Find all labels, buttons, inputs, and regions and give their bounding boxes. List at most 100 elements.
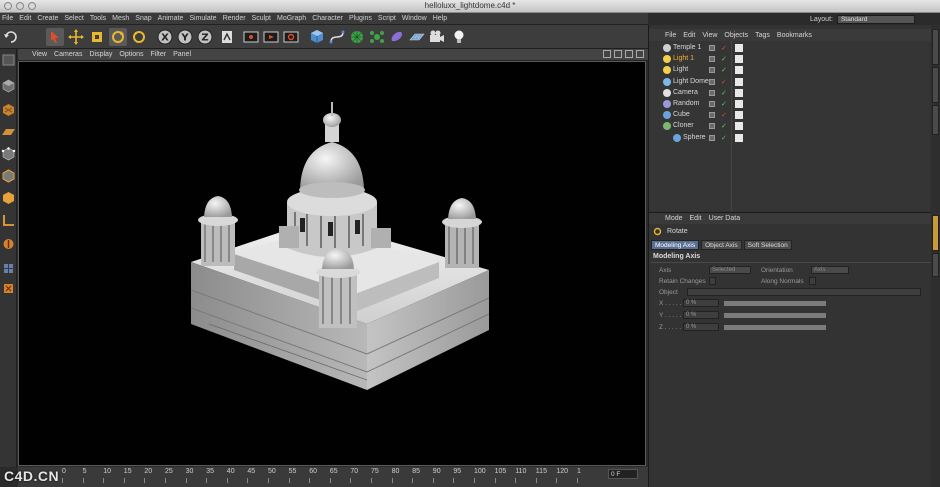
light-bulb-icon[interactable] (450, 28, 468, 46)
menu-create[interactable]: Create (37, 15, 58, 22)
om-menu-edit[interactable]: Edit (683, 32, 695, 39)
menu-mograph[interactable]: MoGraph (277, 15, 306, 22)
z-axis-icon[interactable]: Z (196, 28, 214, 46)
side-tab-layers[interactable] (932, 253, 939, 277)
menu-edit[interactable]: Edit (19, 15, 31, 22)
floor-scene-icon[interactable] (408, 28, 426, 46)
deformer-icon[interactable] (388, 28, 406, 46)
visibility-dot[interactable] (709, 134, 715, 141)
render-view-icon[interactable] (242, 28, 260, 46)
menu-simulate[interactable]: Simulate (189, 15, 216, 22)
render-to-picture-viewer-icon[interactable] (262, 28, 280, 46)
retain-changes-checkbox[interactable] (709, 277, 716, 285)
points-mode-icon[interactable] (1, 147, 16, 161)
om-menu-file[interactable]: File (665, 32, 676, 39)
object-link-field[interactable] (687, 288, 921, 296)
current-frame-field[interactable]: 0 F (608, 469, 638, 479)
object-row[interactable]: Light 1 ✓ (649, 54, 929, 65)
live-selection-icon[interactable] (46, 28, 64, 46)
visibility-dot[interactable] (709, 101, 715, 107)
object-row[interactable]: Cube ✓ (649, 110, 929, 121)
tab-soft-selection[interactable]: Soft Selection (743, 240, 792, 250)
om-menu-objects[interactable]: Objects (724, 32, 748, 39)
object-tag-icon[interactable] (735, 100, 743, 108)
menu-tools[interactable]: Tools (90, 15, 106, 22)
object-name[interactable]: Light 1 (673, 55, 694, 62)
viewport-menu-view[interactable]: View (32, 51, 47, 58)
subdivision-surface-icon[interactable] (348, 28, 366, 46)
om-menu-bookmarks[interactable]: Bookmarks (777, 32, 812, 39)
coordinate-system-icon[interactable] (218, 28, 236, 46)
visibility-dot[interactable] (709, 67, 715, 74)
viewport-menu-cameras[interactable]: Cameras (54, 51, 82, 58)
tab-modeling-axis[interactable]: Modeling Axis (651, 240, 700, 250)
enabled-check-icon[interactable]: ✓ (721, 122, 727, 130)
recent-tools-icon[interactable] (130, 28, 148, 46)
object-tag-icon[interactable] (735, 66, 743, 75)
enabled-check-icon[interactable]: ✓ (721, 134, 727, 142)
object-name[interactable]: Cube (673, 111, 690, 118)
visibility-dot[interactable] (709, 45, 715, 51)
y-value-field[interactable]: 0 % (683, 311, 719, 319)
workplane-icon[interactable] (1, 125, 16, 139)
object-name[interactable]: Random (673, 100, 699, 107)
make-editable-icon[interactable] (1, 53, 16, 67)
menu-character[interactable]: Character (312, 15, 343, 22)
edges-mode-icon[interactable] (1, 169, 16, 183)
visibility-dot[interactable] (709, 89, 715, 96)
camera-icon[interactable] (428, 28, 446, 46)
texture-mode-icon[interactable] (1, 103, 16, 117)
tab-object-axis[interactable]: Object Axis (701, 240, 742, 250)
spline-pen-icon[interactable] (328, 28, 346, 46)
side-tab-structure[interactable] (932, 105, 939, 135)
3d-viewport[interactable] (18, 61, 646, 466)
am-menu-edit[interactable]: Edit (690, 215, 702, 222)
along-normals-checkbox[interactable] (809, 277, 816, 285)
menu-help[interactable]: Help (433, 15, 447, 22)
visibility-dot[interactable] (709, 78, 715, 85)
viewport-menu-display[interactable]: Display (89, 51, 112, 58)
om-menu-tags[interactable]: Tags (755, 32, 770, 39)
side-tab-attributes[interactable] (932, 215, 939, 251)
rotate-icon[interactable] (109, 28, 127, 46)
object-tag-icon[interactable] (735, 77, 743, 86)
object-tag-icon[interactable] (735, 44, 743, 52)
side-tab-objects[interactable] (932, 29, 939, 65)
x-value-field[interactable]: 0 % (683, 299, 719, 307)
om-menu-view[interactable]: View (702, 32, 717, 39)
menu-plugins[interactable]: Plugins (349, 15, 372, 22)
snap-icon[interactable] (1, 261, 16, 275)
menu-window[interactable]: Window (402, 15, 427, 22)
menu-file[interactable]: File (2, 15, 13, 22)
tweak-mode-icon[interactable] (1, 237, 16, 251)
axis-mode-icon[interactable] (1, 213, 16, 227)
object-tag-icon[interactable] (735, 88, 743, 97)
y-axis-icon[interactable]: Y (176, 28, 194, 46)
z-slider[interactable] (723, 324, 827, 331)
object-list-divider[interactable] (731, 41, 732, 211)
menu-animate[interactable]: Animate (158, 15, 184, 22)
menu-script[interactable]: Script (378, 15, 396, 22)
enabled-check-icon[interactable]: ✓ (721, 55, 727, 63)
object-tag-icon[interactable] (735, 133, 743, 142)
x-axis-icon[interactable]: X (156, 28, 174, 46)
menu-snap[interactable]: Snap (135, 15, 151, 22)
polygons-mode-icon[interactable] (1, 191, 16, 205)
object-row[interactable]: Light ✓ (649, 65, 929, 76)
object-row[interactable]: Sphere ✓ (649, 133, 929, 144)
enabled-check-icon[interactable]: ✓ (721, 111, 727, 119)
visibility-dot[interactable] (709, 123, 715, 130)
y-slider[interactable] (723, 312, 827, 319)
object-row[interactable]: Temple 1 ✓ (649, 43, 929, 54)
object-name[interactable]: Sphere (683, 134, 706, 141)
object-tag-icon[interactable] (735, 55, 743, 64)
render-settings-icon[interactable] (282, 28, 300, 46)
object-name[interactable]: Camera (673, 89, 698, 96)
menu-mesh[interactable]: Mesh (112, 15, 129, 22)
viewport-maximize-icon[interactable] (636, 50, 644, 58)
orientation-dropdown[interactable]: Axis (811, 266, 849, 274)
side-tab-content-browser[interactable] (932, 67, 939, 103)
object-name[interactable]: Temple 1 (673, 44, 701, 51)
z-value-field[interactable]: 0 % (683, 323, 719, 331)
object-row[interactable]: Cloner ✓ (649, 121, 929, 132)
